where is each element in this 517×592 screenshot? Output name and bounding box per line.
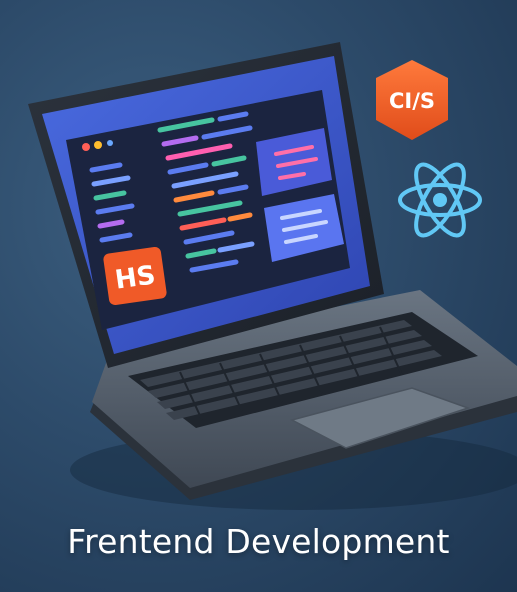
react-atom-icon: [398, 162, 482, 238]
window-dot-red: [82, 143, 90, 151]
cis-badge-label: CI/S: [389, 89, 435, 113]
laptop-illustration: HS CI/S: [28, 42, 517, 510]
cis-badge-icon: CI/S: [376, 60, 448, 140]
window-dot-blue: [107, 140, 113, 146]
page-caption: Frentend Development: [67, 522, 450, 561]
hs-badge-label: HS: [113, 260, 157, 295]
window-dot-yellow: [94, 141, 102, 149]
hs-badge-icon: HS: [103, 246, 167, 306]
